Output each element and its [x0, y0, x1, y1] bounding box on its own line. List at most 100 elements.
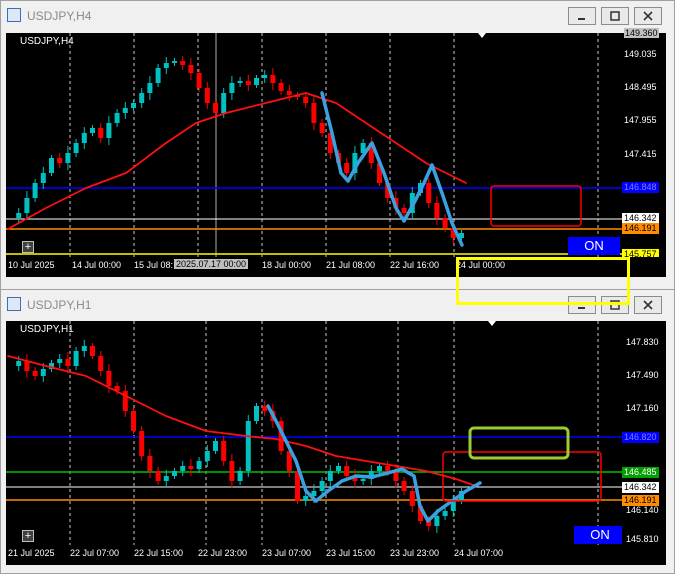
time-label: 14 Jul 00:00: [72, 260, 122, 270]
chart-window-h1[interactable]: USDJPY,H1 USDJPY,H1 + ON 147.830 147.490…: [0, 289, 675, 574]
price-label: 147.415: [624, 149, 657, 159]
candle-body: [434, 516, 440, 526]
add-indicator-icon[interactable]: +: [22, 241, 34, 253]
candle-body: [188, 65, 194, 73]
candle-body: [163, 63, 169, 68]
price-label: 149.035: [624, 49, 657, 59]
scroll-marker-icon: [478, 33, 486, 38]
candlestick-plot[interactable]: [6, 33, 622, 257]
time-label: 22 Jul 07:00: [70, 548, 120, 558]
candle-body: [65, 359, 71, 366]
candle-body: [442, 218, 448, 228]
time-label: 22 Jul 15:00: [134, 548, 184, 558]
time-label: 18 Jul 00:00: [262, 260, 312, 270]
candle-body: [311, 103, 317, 123]
candle-body: [172, 471, 177, 476]
candle-body: [221, 93, 227, 113]
highlight-drawing: [320, 91, 464, 247]
blue-level-tag: 146.820: [622, 432, 659, 443]
candle-body: [57, 359, 63, 363]
bid-price-tag: 146.342: [622, 482, 659, 493]
crosshair-time-label: 2025.07.17 00:00: [174, 259, 249, 269]
candle-body: [434, 203, 440, 218]
candle-body: [16, 361, 22, 366]
close-icon: [643, 300, 653, 310]
candle-body: [90, 128, 95, 133]
candle-body: [106, 123, 112, 138]
green-level-tag: 146.485: [622, 467, 659, 478]
candle-body: [229, 461, 235, 481]
candle-body: [155, 68, 161, 83]
candle-body: [303, 496, 309, 501]
symbol-label: USDJPY,H4: [20, 36, 74, 47]
candle-body: [213, 103, 218, 113]
candle-body: [385, 466, 391, 471]
candle-body: [16, 213, 22, 218]
candle-body: [73, 143, 79, 153]
yellow-rectangle-annotation[interactable]: [456, 257, 630, 305]
candle-body: [319, 123, 325, 133]
maximize-button[interactable]: [601, 7, 629, 25]
candle-body: [98, 128, 104, 138]
time-label: 24 Jul 07:00: [454, 548, 504, 558]
price-label: 147.830: [626, 337, 659, 347]
candle-body: [442, 511, 448, 516]
time-label: 22 Jul 16:00: [390, 260, 440, 270]
candle-body: [213, 441, 218, 451]
price-axis-h4[interactable]: 149.360 149.035 148.495 147.955 147.415 …: [622, 28, 666, 260]
candle-body: [180, 466, 186, 471]
time-axis-h1[interactable]: 21 Jul 2025 22 Jul 07:00 22 Jul 15:00 22…: [6, 545, 666, 565]
on-toggle-button[interactable]: ON: [574, 526, 626, 544]
time-label: 23 Jul 23:00: [390, 548, 440, 558]
candle-body: [401, 481, 407, 491]
window-title: USDJPY,H1: [27, 298, 92, 312]
add-indicator-icon[interactable]: +: [22, 530, 34, 542]
chart-window-h4[interactable]: USDJPY,H4 USDJPY,H4 + ON 149.360 149.035…: [0, 0, 675, 290]
on-toggle-button[interactable]: ON: [568, 237, 620, 255]
candle-body: [262, 75, 268, 78]
candle-body: [106, 371, 112, 386]
red-rectangle-annotation: [490, 185, 582, 227]
candle-body: [139, 93, 145, 103]
minimize-icon: [578, 18, 585, 20]
candle-body: [40, 173, 46, 183]
candle-body: [426, 183, 432, 203]
candle-body: [245, 421, 251, 471]
candle-body: [204, 88, 210, 103]
candle-body: [196, 461, 202, 469]
price-axis-h1[interactable]: 147.830 147.490 147.160 146.820 146.485 …: [622, 321, 666, 545]
close-button[interactable]: [634, 296, 662, 314]
maximize-icon: [610, 11, 620, 21]
candle-body: [401, 208, 407, 213]
window-title: USDJPY,H4: [27, 9, 92, 23]
time-label: 23 Jul 07:00: [262, 548, 312, 558]
close-icon: [643, 11, 653, 21]
window-titlebar[interactable]: USDJPY,H4: [1, 1, 674, 31]
candle-body: [24, 198, 30, 213]
candle-body: [286, 91, 292, 95]
price-chart-h1[interactable]: USDJPY,H1 + ON: [6, 321, 626, 545]
candle-body: [172, 61, 177, 63]
green-rectangle-annotation: [468, 426, 570, 460]
price-chart-h4[interactable]: USDJPY,H4 + ON: [6, 33, 622, 257]
candle-body: [122, 108, 128, 113]
candle-body: [57, 158, 63, 163]
candle-body: [204, 451, 210, 461]
candle-body: [131, 103, 136, 108]
time-label: 22 Jul 23:00: [198, 548, 248, 558]
time-label: 10 Jul 2025: [8, 260, 55, 270]
candle-body: [245, 81, 251, 85]
candle-body: [188, 466, 194, 469]
price-label: 146.140: [626, 505, 659, 515]
close-button[interactable]: [634, 7, 662, 25]
candlestick-plot[interactable]: [6, 321, 622, 545]
candle-body: [327, 471, 333, 481]
minimize-button[interactable]: [568, 7, 596, 25]
candle-body: [163, 476, 169, 481]
candle-body: [32, 371, 38, 376]
candle-body: [360, 479, 366, 481]
highlight-drawing: [266, 404, 482, 523]
chart-window-icon: [7, 8, 21, 22]
chart-window-icon: [7, 297, 21, 311]
moving-average-line: [7, 355, 477, 487]
